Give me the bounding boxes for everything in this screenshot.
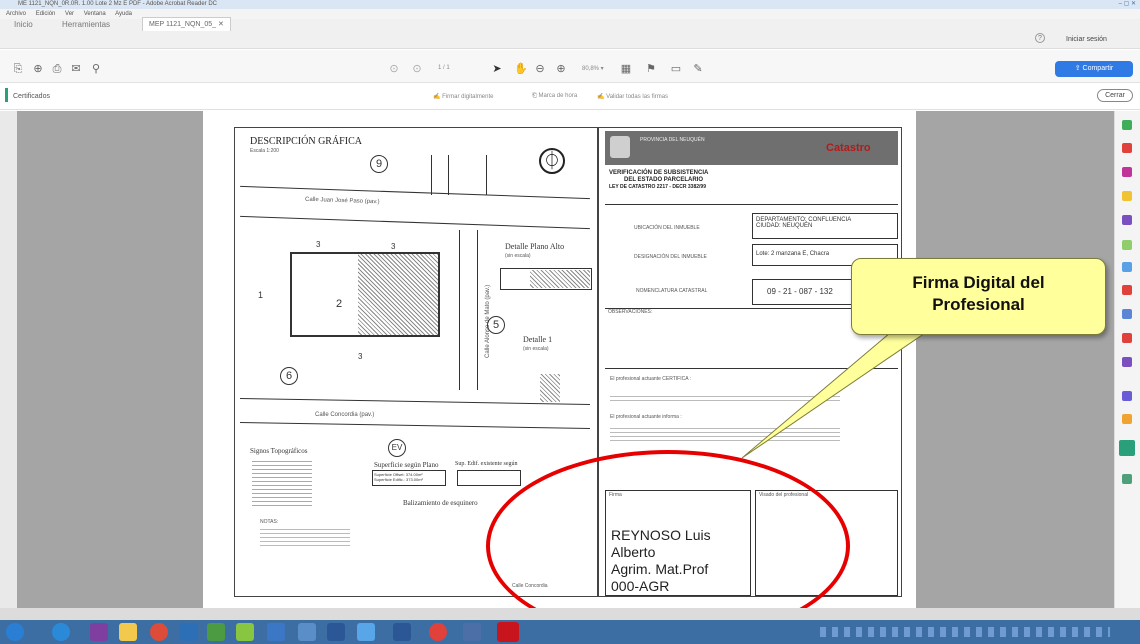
onenote-icon[interactable] — [90, 623, 108, 641]
status-bar — [0, 608, 1140, 620]
app-icon-3[interactable] — [236, 623, 254, 641]
app-icon-7[interactable] — [393, 623, 411, 641]
callout-line-2: Profesional — [932, 295, 1025, 314]
app-icon-2[interactable] — [207, 623, 225, 641]
chrome-icon[interactable] — [150, 623, 168, 641]
app-icon-4[interactable] — [267, 623, 285, 641]
start-icon[interactable] — [6, 623, 24, 641]
firefox-icon[interactable] — [429, 623, 447, 641]
app-icon-8[interactable] — [463, 623, 481, 641]
word-icon[interactable] — [327, 623, 345, 641]
callout-line-1: Firma Digital del — [912, 273, 1045, 292]
app-icon-1[interactable] — [180, 623, 198, 641]
app-icon-6[interactable] — [357, 623, 375, 641]
system-tray[interactable] — [820, 627, 1110, 637]
ie-icon[interactable] — [52, 623, 70, 641]
acrobat-icon[interactable] — [497, 622, 519, 642]
app-icon-5[interactable] — [298, 623, 316, 641]
folder-icon[interactable] — [119, 623, 137, 641]
callout-annotation: Firma Digital del Profesional — [851, 258, 1106, 335]
